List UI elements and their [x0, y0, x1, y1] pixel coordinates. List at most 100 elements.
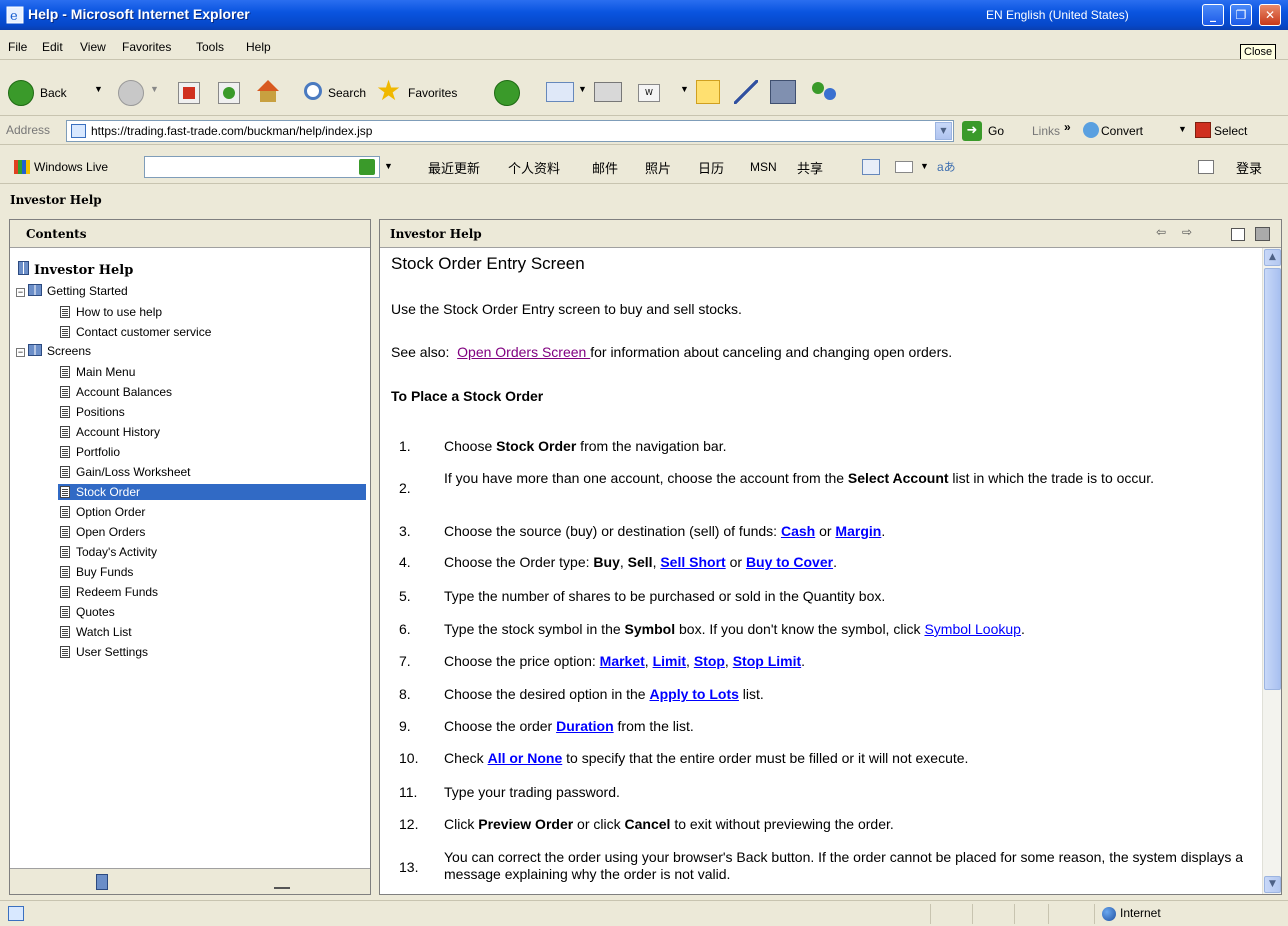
tree-root[interactable]: Investor Help: [18, 261, 133, 278]
mail-icon[interactable]: [546, 82, 574, 102]
convert-dropdown-icon[interactable]: ▼: [1178, 124, 1187, 134]
history-icon[interactable]: [494, 80, 520, 106]
favorites-star-icon[interactable]: ★: [376, 76, 401, 106]
step-link[interactable]: All or None: [488, 750, 563, 766]
tree-item[interactable]: Open Orders: [58, 524, 149, 540]
address-dropdown-icon[interactable]: ▼: [935, 122, 952, 140]
step-link[interactable]: Market: [600, 653, 645, 669]
live-item-mail[interactable]: 邮件: [592, 158, 618, 177]
menu-help[interactable]: Help: [246, 40, 271, 54]
menu-favorites[interactable]: Favorites: [122, 40, 171, 54]
live-search-dropdown-icon[interactable]: ▼: [384, 161, 393, 171]
print-topic-icon[interactable]: [1255, 227, 1270, 241]
live-window-dropdown-icon[interactable]: ▼: [920, 161, 929, 171]
sync-toc-icon[interactable]: [1231, 228, 1245, 241]
tree-item[interactable]: Positions: [58, 404, 129, 420]
tree-item[interactable]: Stock Order: [58, 484, 366, 500]
tree-item[interactable]: Contact customer service: [58, 324, 215, 340]
collapse-icon[interactable]: −: [16, 288, 25, 297]
tree-item[interactable]: Gain/Loss Worksheet: [58, 464, 195, 480]
home-icon[interactable]: [255, 80, 281, 104]
language-bar[interactable]: EN English (United States): [986, 8, 1129, 22]
live-checkbox-icon[interactable]: [1198, 160, 1214, 174]
tree-item[interactable]: Quotes: [58, 604, 119, 620]
discuss-icon[interactable]: [696, 80, 720, 104]
stop-icon[interactable]: [178, 82, 200, 104]
live-item-updates[interactable]: 最近更新: [428, 158, 480, 177]
step-link[interactable]: Symbol Lookup: [924, 621, 1021, 637]
live-window-icon[interactable]: [895, 161, 913, 173]
step-link[interactable]: Buy to Cover: [746, 554, 833, 570]
tree-item[interactable]: Account Balances: [58, 384, 176, 400]
convert-button[interactable]: Convert: [1101, 124, 1143, 138]
back-dropdown-icon[interactable]: ▼: [94, 84, 103, 94]
search-icon[interactable]: [304, 82, 322, 100]
tree-item[interactable]: Redeem Funds: [58, 584, 162, 600]
step-link[interactable]: Duration: [556, 718, 614, 734]
tree-group[interactable]: − Getting Started: [16, 284, 128, 298]
back-button[interactable]: Back: [40, 86, 67, 100]
refresh-icon[interactable]: [218, 82, 240, 104]
tree-item[interactable]: Watch List: [58, 624, 136, 640]
tree-group[interactable]: − Screens: [16, 344, 91, 358]
live-search-input[interactable]: [144, 156, 380, 178]
address-input[interactable]: https://trading.fast-trade.com/buckman/h…: [66, 120, 954, 142]
back-arrow-icon[interactable]: [8, 80, 34, 106]
step-link[interactable]: Stop Limit: [733, 653, 801, 669]
live-item-calendar[interactable]: 日历: [698, 158, 724, 177]
live-login[interactable]: 登录: [1236, 158, 1262, 177]
menu-tools[interactable]: Tools: [196, 40, 224, 54]
links-chevron-icon[interactable]: »: [1064, 120, 1071, 134]
close-button[interactable]: ✕: [1259, 4, 1281, 26]
menu-file[interactable]: File: [8, 40, 27, 54]
tree-item[interactable]: User Settings: [58, 644, 152, 660]
step-link[interactable]: Apply to Lots: [649, 686, 738, 702]
live-item-share[interactable]: 共享: [797, 158, 823, 177]
tree-item[interactable]: How to use help: [58, 304, 166, 320]
mail-dropdown-icon[interactable]: ▼: [578, 84, 587, 94]
go-button[interactable]: Go: [988, 124, 1004, 138]
links-label[interactable]: Links: [1032, 124, 1060, 138]
step-link[interactable]: Sell Short: [660, 554, 725, 570]
menu-view[interactable]: View: [80, 40, 106, 54]
maximize-button[interactable]: ❐: [1230, 4, 1252, 26]
print-icon[interactable]: [594, 82, 622, 102]
scroll-thumb[interactable]: [1264, 268, 1281, 690]
live-item-msn[interactable]: MSN: [750, 160, 777, 174]
tree-item[interactable]: Main Menu: [58, 364, 139, 380]
edit-dropdown-icon[interactable]: ▼: [680, 84, 689, 94]
next-topic-icon[interactable]: ⇨: [1182, 225, 1192, 239]
tree-item[interactable]: Account History: [58, 424, 164, 440]
scroll-down-icon[interactable]: ▼: [1264, 876, 1281, 893]
translate-icon[interactable]: aあ: [937, 158, 956, 175]
collapse-icon[interactable]: −: [16, 348, 25, 357]
favorites-button[interactable]: Favorites: [408, 86, 457, 100]
forward-dropdown-icon[interactable]: ▼: [150, 84, 159, 94]
step-link[interactable]: Limit: [653, 653, 686, 669]
live-search-icon[interactable]: [359, 159, 375, 175]
live-item-profile[interactable]: 个人资料: [508, 158, 560, 177]
contents-tab-icon[interactable]: [96, 874, 108, 890]
step-link[interactable]: Margin: [835, 523, 881, 539]
vertical-scrollbar[interactable]: ▲ ▼: [1262, 248, 1281, 894]
search-button[interactable]: Search: [328, 86, 366, 100]
messenger-pen-icon[interactable]: [734, 80, 758, 104]
prev-topic-icon[interactable]: ⇦: [1156, 225, 1166, 239]
step-link[interactable]: Stop: [694, 653, 725, 669]
menu-edit[interactable]: Edit: [42, 40, 63, 54]
tree-item[interactable]: Buy Funds: [58, 564, 137, 580]
edit-icon[interactable]: W: [638, 84, 660, 102]
tree-item[interactable]: Today's Activity: [58, 544, 161, 560]
step-link[interactable]: Cash: [781, 523, 815, 539]
scroll-up-icon[interactable]: ▲: [1264, 249, 1281, 266]
tree-item[interactable]: Portfolio: [58, 444, 124, 460]
live-item-photos[interactable]: 照片: [645, 158, 671, 177]
tree-item[interactable]: Option Order: [58, 504, 149, 520]
go-arrow-icon[interactable]: ➜: [962, 121, 982, 141]
forward-button-icon[interactable]: [118, 80, 144, 106]
research-icon[interactable]: [770, 80, 796, 104]
messenger-icon[interactable]: [810, 80, 840, 104]
minimize-button[interactable]: _: [1202, 4, 1224, 26]
select-button[interactable]: Select: [1214, 124, 1247, 138]
open-orders-link[interactable]: Open Orders Screen: [457, 344, 590, 360]
